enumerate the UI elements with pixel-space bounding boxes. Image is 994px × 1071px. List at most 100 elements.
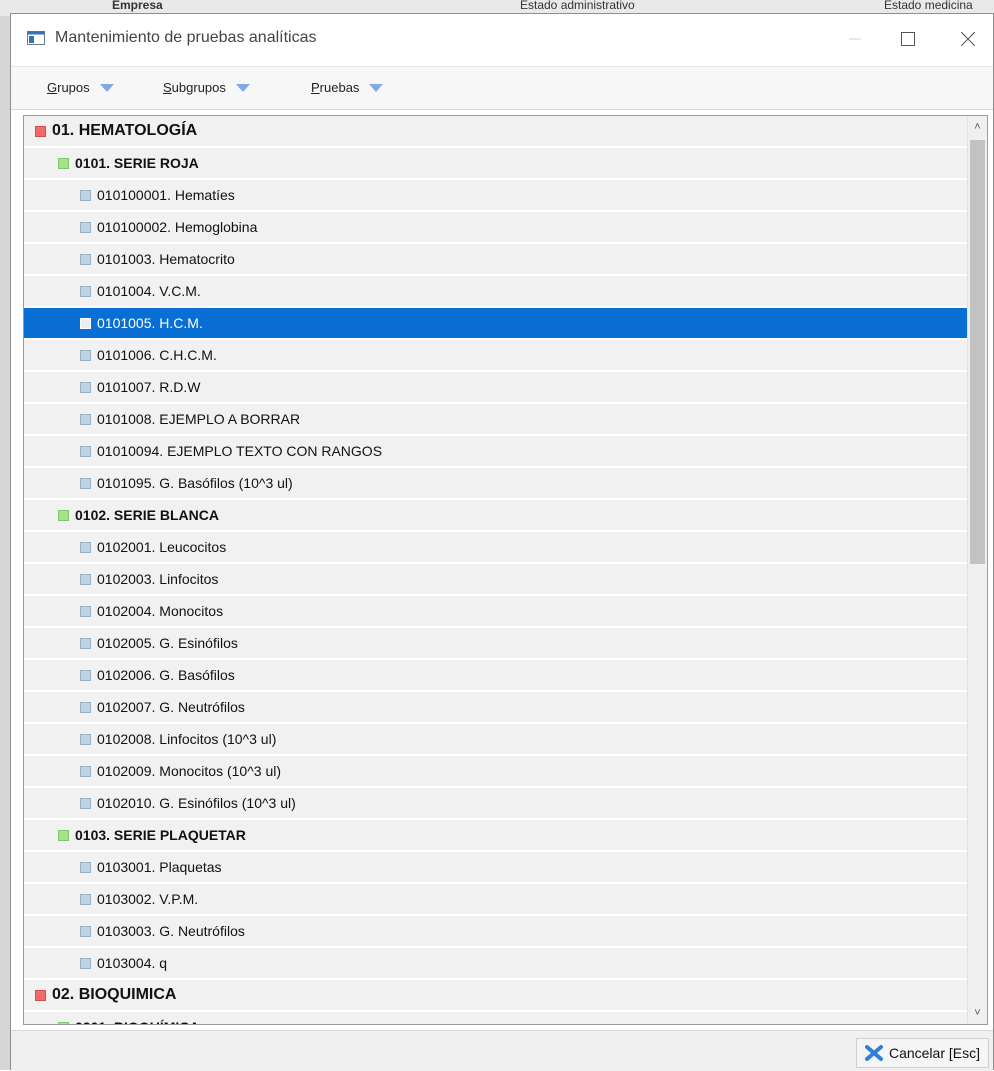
tree-row-label: 0102004. Monocitos (97, 603, 224, 619)
tree-row-label: 0103. SERIE PLAQUETAR (75, 827, 246, 843)
tree-test-row[interactable]: 0102003. Linfocitos (24, 564, 969, 594)
tree-test-row[interactable]: 0102004. Monocitos (24, 596, 969, 626)
scroll-up-arrow-icon[interactable]: ˄ (968, 118, 987, 136)
scroll-down-arrow-icon[interactable]: ˅ (968, 1004, 987, 1022)
window-title: Mantenimiento de pruebas analíticas (55, 29, 317, 46)
group-icon (35, 989, 46, 1001)
tree-test-row[interactable]: 0102007. G. Neutrófilos (24, 692, 969, 722)
tree-row-label: 02. BIOQUIMICA (52, 986, 177, 1003)
app-window-icon (27, 31, 45, 45)
tree-row-label: 0101003. Hematocrito (97, 251, 235, 267)
test-icon (80, 541, 91, 553)
menu-subgrupos[interactable]: Subgrupos (163, 80, 250, 95)
tree-test-row[interactable]: 0102009. Monocitos (10^3 ul) (24, 756, 969, 786)
test-icon (80, 733, 91, 745)
tree-row-label: 010100002. Hemoglobina (97, 219, 258, 235)
tree-test-row[interactable]: 0101007. R.D.W (24, 372, 969, 402)
subgroup-icon (58, 1021, 69, 1024)
maximize-icon (901, 32, 915, 46)
tree-row-label: 01010094. EJEMPLO TEXTO CON RANGOS (97, 443, 383, 459)
minimize-icon (849, 38, 861, 40)
tree-row-label: 0103004. q (97, 955, 168, 971)
tree-row-label: 0101004. V.C.M. (97, 283, 201, 299)
menu-pruebas[interactable]: Pruebas (311, 80, 384, 95)
tree-test-row[interactable]: 010100002. Hemoglobina (24, 212, 969, 242)
tree-rows: 01. HEMATOLOGÍA 0101. SERIE ROJA 010100001… (24, 116, 969, 1024)
tree-subgroup-row[interactable]: 0201. BIOQUÍMICA (24, 1012, 969, 1024)
test-icon (80, 349, 91, 361)
test-icon (80, 317, 91, 329)
cancel-button[interactable]: Cancelar [Esc] (855, 1038, 989, 1068)
tree-test-row[interactable]: 0102006. G. Basófilos (24, 660, 969, 690)
tree-row-label: 0102. SERIE BLANCA (75, 507, 219, 523)
test-icon (80, 797, 91, 809)
tree-row-label: 010100001. Hematíes (97, 187, 235, 203)
maximize-button[interactable] (885, 22, 931, 56)
tree-test-row[interactable]: 0102001. Leucocitos (24, 532, 969, 562)
title-bar[interactable]: Mantenimiento de pruebas analíticas (11, 14, 993, 64)
tree-row-label: 0102010. G. Esinófilos (10^3 ul) (97, 795, 296, 811)
vertical-scrollbar[interactable]: ˄ ˅ (967, 116, 987, 1024)
menu-subgrupos-label: Subgrupos (163, 80, 226, 95)
tree-row-label: 0101005. H.C.M. (97, 315, 203, 331)
test-icon (80, 573, 91, 585)
tree-test-row[interactable]: 0101006. C.H.C.M. (24, 340, 969, 370)
test-icon (80, 445, 91, 457)
test-icon (80, 637, 91, 649)
tree-subgroup-row[interactable]: 0103. SERIE PLAQUETAR (24, 820, 969, 850)
tree-row-label: 01. HEMATOLOGÍA (52, 122, 198, 139)
test-icon (80, 861, 91, 873)
test-icon (80, 189, 91, 201)
tree-row-label: 0102006. G. Basófilos (97, 667, 235, 683)
tree-row-label: 0102007. G. Neutrófilos (97, 699, 245, 715)
tree-row-label: 0102003. Linfocitos (97, 571, 219, 587)
tree-test-row[interactable]: 01010094. EJEMPLO TEXTO CON RANGOS (24, 436, 969, 466)
tree-test-row[interactable]: 0103001. Plaquetas (24, 852, 969, 882)
tree-test-row[interactable]: 0101008. EJEMPLO A BORRAR (24, 404, 969, 434)
dialog-window: Mantenimiento de pruebas analíticas Grup… (10, 13, 994, 1071)
test-icon (80, 381, 91, 393)
tree-row-label: 0101. SERIE ROJA (75, 155, 199, 171)
tree-row-label: 0102009. Monocitos (10^3 ul) (97, 763, 282, 779)
tree-test-row[interactable]: 0103004. q (24, 948, 969, 978)
test-icon (80, 477, 91, 489)
test-icon (80, 413, 91, 425)
subgroup-icon (58, 829, 69, 841)
tree-test-row[interactable]: 0101003. Hematocrito (24, 244, 969, 274)
bg-column-empresa: Empresa (112, 0, 163, 12)
cancel-x-icon (864, 1045, 883, 1061)
chevron-down-icon (99, 83, 114, 92)
tree-row-label: 0102001. Leucocitos (97, 539, 227, 555)
menu-grupos[interactable]: Grupos (47, 80, 114, 95)
footer-bar: Cancelar [Esc] (11, 1030, 993, 1071)
tree-test-row[interactable]: 0103003. G. Neutrófilos (24, 916, 969, 946)
test-icon (80, 957, 91, 969)
tree-group-row[interactable]: 01. HEMATOLOGÍA (24, 116, 969, 146)
test-icon (80, 285, 91, 297)
close-icon (961, 32, 975, 46)
subgroup-icon (58, 509, 69, 521)
minimize-button[interactable] (832, 22, 878, 56)
tree-test-row[interactable]: 0102008. Linfocitos (10^3 ul) (24, 724, 969, 754)
tests-tree[interactable]: 01. HEMATOLOGÍA 0101. SERIE ROJA 010100001… (23, 115, 988, 1025)
tree-row-label: 0101006. C.H.C.M. (97, 347, 217, 363)
test-icon (80, 893, 91, 905)
tree-test-row[interactable]: 0102005. G. Esinófilos (24, 628, 969, 658)
tree-test-row[interactable]: 0101005. H.C.M. (24, 308, 969, 338)
test-icon (80, 221, 91, 233)
tree-row-label: 0101008. EJEMPLO A BORRAR (97, 411, 301, 427)
tree-subgroup-row[interactable]: 0102. SERIE BLANCA (24, 500, 969, 530)
tree-test-row[interactable]: 0101004. V.C.M. (24, 276, 969, 306)
close-button[interactable] (945, 22, 991, 56)
tree-test-row[interactable]: 0103002. V.P.M. (24, 884, 969, 914)
tree-subgroup-row[interactable]: 0101. SERIE ROJA (24, 148, 969, 178)
tree-group-row[interactable]: 02. BIOQUIMICA (24, 980, 969, 1010)
menu-grupos-label: Grupos (47, 80, 90, 95)
tree-test-row[interactable]: 010100001. Hematíes (24, 180, 969, 210)
test-icon (80, 253, 91, 265)
tree-test-row[interactable]: 0102010. G. Esinófilos (10^3 ul) (24, 788, 969, 818)
tree-row-label: 0101095. G. Basófilos (10^3 ul) (97, 475, 293, 491)
test-icon (80, 669, 91, 681)
scroll-thumb[interactable] (970, 140, 985, 564)
tree-test-row[interactable]: 0101095. G. Basófilos (10^3 ul) (24, 468, 969, 498)
